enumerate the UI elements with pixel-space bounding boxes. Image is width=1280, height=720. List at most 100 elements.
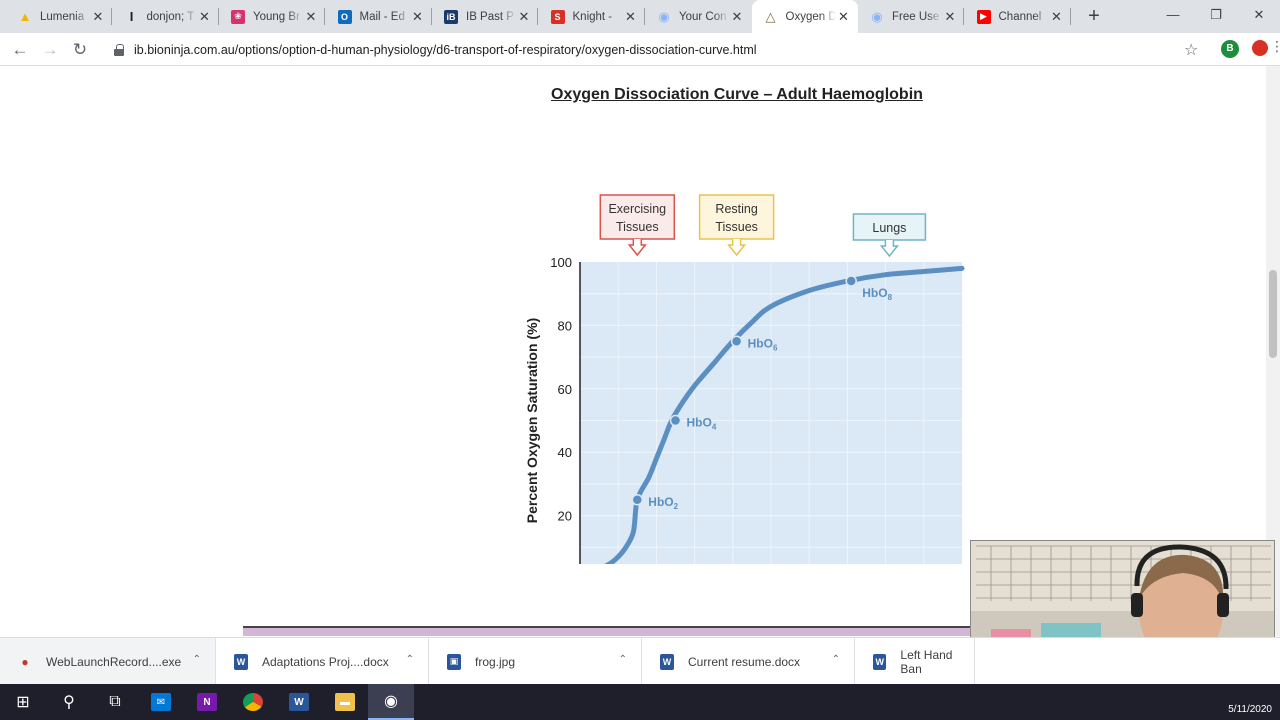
word-icon-glyph: W — [289, 693, 309, 711]
browser-tab[interactable]: O Mail - Ed ✕ — [326, 0, 432, 33]
circle-icon: ◉ — [871, 8, 883, 24]
browser-tab[interactable]: iB IB Past P ✕ — [432, 0, 538, 33]
oxygen-dissociation-chart: 020406080100020406080100Oxygen Partial P… — [524, 194, 965, 564]
tab-close-icon[interactable]: ✕ — [1049, 9, 1065, 25]
tab-close-icon[interactable]: ✕ — [942, 9, 958, 25]
youtube-icon: ▶ — [976, 9, 991, 24]
content-divider — [243, 626, 1003, 636]
annotation-label: Tissues — [616, 220, 659, 234]
browser-toolbar: ← → ↻ ib.bioninja.com.au/options/option-… — [0, 33, 1280, 66]
donjon-icon: I — [129, 9, 134, 24]
data-point-label-subscript: 2 — [674, 502, 679, 511]
forward-icon[interactable]: → — [37, 37, 63, 63]
chrome-icon[interactable] — [230, 684, 276, 720]
chevron-up-icon[interactable]: ⌃ — [406, 654, 414, 665]
tab-close-icon[interactable]: ✕ — [516, 9, 532, 25]
taskbar-clock[interactable]: 5/11/2020 — [1228, 704, 1272, 715]
download-item[interactable]: W Left Hand Ban — [855, 638, 975, 685]
download-item[interactable]: W Current resume.docx ⌃ — [642, 638, 855, 685]
data-point — [845, 275, 857, 287]
menu-icon[interactable]: ⋮ — [1270, 38, 1280, 55]
browser-tab[interactable]: Idonjon; T ✕ — [113, 0, 219, 33]
browser-tab[interactable]: ▲ Lumenia ✕ — [6, 0, 112, 33]
word-doc-icon: W — [234, 653, 248, 670]
extension-icon[interactable] — [1252, 40, 1268, 56]
installer-icon: ● — [21, 654, 29, 669]
download-item[interactable]: ● WebLaunchRecord....exe ⌃ — [0, 638, 216, 685]
annotation-label: Lungs — [872, 221, 906, 235]
y-tick-label: 20 — [558, 509, 572, 524]
chevron-up-icon[interactable]: ⌃ — [832, 654, 840, 665]
data-point-label-subscript: 8 — [888, 293, 893, 302]
tab-title: Young Br — [253, 10, 300, 23]
data-point-label-subscript: 4 — [712, 423, 717, 432]
young-icon: ❀ — [231, 9, 245, 24]
y-axis-label: Percent Oxygen Saturation (%) — [524, 318, 540, 523]
circle-icon: ◉ — [658, 8, 670, 24]
annotation-label: Resting — [715, 202, 757, 216]
reload-icon[interactable]: ↻ — [67, 37, 93, 63]
tab-title: Oxygen D — [785, 10, 836, 23]
tab-title: Your Con — [679, 10, 727, 23]
file-explorer-icon[interactable]: ▬ — [322, 684, 368, 720]
word-doc-icon: W — [873, 653, 887, 670]
mail-icon-glyph: ✉ — [151, 693, 171, 711]
browser-tab[interactable]: ❀ Young Br ✕ — [219, 0, 325, 33]
close-window-button[interactable]: ✕ — [1236, 0, 1280, 30]
tab-separator — [1069, 8, 1071, 25]
annotation-label: Tissues — [715, 220, 758, 234]
chevron-up-icon[interactable]: ⌃ — [619, 654, 627, 665]
chrome-icon-glyph — [243, 693, 263, 711]
new-tab-button[interactable]: + — [1082, 4, 1106, 28]
tab-close-icon[interactable]: ✕ — [90, 9, 106, 25]
back-icon[interactable]: ← — [7, 37, 33, 63]
search-icon[interactable]: ⚲ — [46, 684, 92, 720]
tab-title: Mail - Ed — [359, 10, 405, 23]
data-point — [631, 494, 644, 506]
tab-close-icon[interactable]: ✕ — [836, 9, 852, 25]
tab-close-icon[interactable]: ✕ — [623, 9, 639, 25]
outlook-icon: O — [337, 9, 352, 24]
tab-title: IB Past P — [466, 10, 514, 23]
task-view-icon[interactable]: ⧉ — [92, 684, 138, 720]
download-filename: WebLaunchRecord....exe — [46, 654, 182, 669]
browser-tab[interactable]: S Knight - ✕ — [539, 0, 645, 33]
data-point-label-subscript: 6 — [773, 343, 778, 352]
profile-avatar[interactable]: B — [1221, 40, 1239, 58]
tab-close-icon[interactable]: ✕ — [303, 9, 319, 25]
download-filename: Current resume.docx — [688, 654, 801, 669]
tab-close-icon[interactable]: ✕ — [410, 9, 426, 25]
file-explorer-icon-glyph: ▬ — [335, 693, 355, 711]
minimize-button[interactable]: — — [1150, 0, 1196, 30]
tab-close-icon[interactable]: ✕ — [729, 9, 745, 25]
y-tick-label: 40 — [558, 445, 572, 460]
annotation-arrow — [627, 239, 647, 257]
bioninja-icon: △ — [765, 8, 776, 24]
downloads-bar: ● WebLaunchRecord....exe ⌃ W Adaptations Pro… — [0, 637, 1280, 685]
bookmark-star-icon[interactable]: ☆ — [1184, 40, 1198, 60]
browser-tab[interactable]: ◉ Your Con ✕ — [645, 0, 751, 33]
windows-start-icon[interactable]: ⊞ — [0, 684, 46, 720]
onenote-icon[interactable]: N — [184, 684, 230, 720]
browser-tab[interactable]: ◉ Free Use ✕ — [858, 0, 964, 33]
download-item[interactable]: W Adaptations Proj....docx ⌃ — [216, 638, 429, 685]
url-text[interactable]: ib.bioninja.com.au/options/option-d-huma… — [134, 43, 757, 57]
mail-icon[interactable]: ✉ — [138, 684, 184, 720]
browser-tab[interactable]: ▶ Channel ✕ — [965, 0, 1071, 33]
restore-button[interactable]: ❐ — [1193, 0, 1239, 30]
figure-title: Oxygen Dissociation Curve – Adult Haemog… — [551, 86, 923, 103]
chevron-up-icon[interactable]: ⌃ — [193, 654, 201, 665]
word-icon[interactable]: W — [276, 684, 322, 720]
annotation-arrow — [879, 240, 899, 258]
recorder-icon[interactable]: ◉ — [368, 684, 414, 720]
tab-close-icon[interactable]: ✕ — [197, 9, 213, 25]
scrollbar-thumb[interactable] — [1269, 270, 1277, 358]
onenote-icon-glyph: N — [197, 693, 217, 711]
download-item[interactable]: ▣ frog.jpg ⌃ — [429, 638, 642, 685]
annotation-label: Exercising — [608, 202, 666, 216]
tab-title: donjon; T — [146, 10, 195, 23]
address-bar[interactable]: ib.bioninja.com.au/options/option-d-huma… — [104, 36, 1210, 64]
knight-icon: S — [550, 9, 565, 24]
tab-title: Channel — [998, 10, 1042, 23]
browser-tab[interactable]: △ Oxygen D ✕ — [751, 0, 858, 33]
